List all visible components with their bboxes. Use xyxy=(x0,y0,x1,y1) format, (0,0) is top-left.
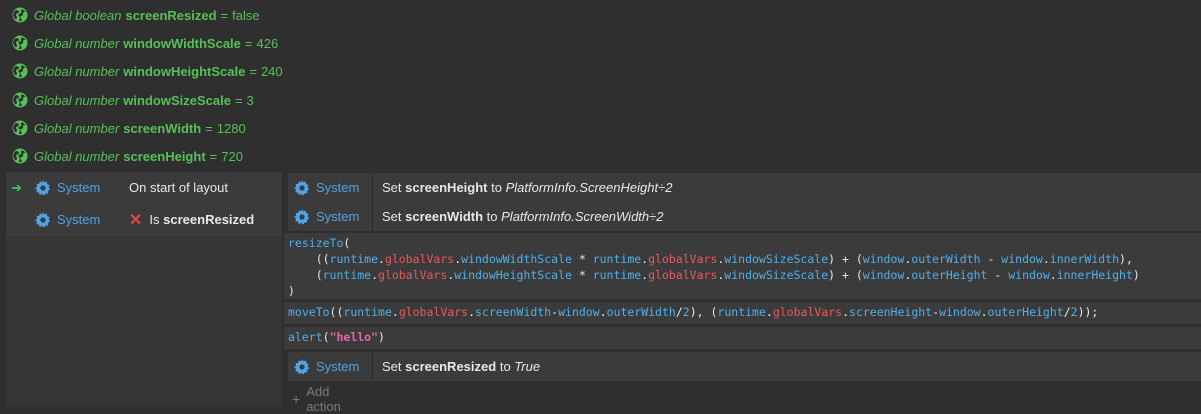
variable-value: 240 xyxy=(260,63,283,79)
action-object[interactable]: System xyxy=(294,208,360,225)
action-row[interactable]: System Set screenResized to True xyxy=(288,352,1201,381)
variable-name: screenWidth xyxy=(123,120,202,136)
variable-type: Global number xyxy=(34,35,120,51)
globe-icon xyxy=(12,63,28,79)
globe-icon xyxy=(12,92,28,108)
object-label: System xyxy=(316,180,360,195)
condition-text: ✕ Is screenResized xyxy=(129,210,254,230)
action-object[interactable]: System xyxy=(294,358,360,375)
variable-type: Global number xyxy=(34,120,120,136)
variable-name: screenHeight xyxy=(123,148,206,164)
variable-name: windowHeightScale xyxy=(123,63,246,79)
global-variable-row[interactable]: Global number screenHeight = 720 xyxy=(0,142,1201,170)
object-label: System xyxy=(316,359,360,374)
globe-icon xyxy=(12,120,28,136)
global-variable-row[interactable]: Global number windowWidthScale = 426 xyxy=(0,29,1201,57)
object-label: System xyxy=(57,180,101,195)
condition-row[interactable]: ➔ System On start of layout xyxy=(6,172,282,203)
equals-sign: = xyxy=(244,35,253,51)
action-text: Set screenWidth to PlatformInfo.ScreenWi… xyxy=(382,209,664,224)
variable-name: screenResized xyxy=(125,7,217,23)
variable-name: windowWidthScale xyxy=(123,35,241,51)
script-block-alert[interactable]: alert("hello") xyxy=(284,327,1201,349)
action-row[interactable]: System Set screenHeight to PlatformInfo.… xyxy=(288,173,1201,202)
condition-row[interactable]: System ✕ Is screenResized xyxy=(6,204,282,235)
invert-x-icon: ✕ xyxy=(129,211,143,229)
add-action-label: Add action xyxy=(306,384,341,414)
object-label: System xyxy=(57,212,101,227)
condition-prefix: Is xyxy=(149,212,160,227)
object-label: System xyxy=(316,209,360,224)
action-text: Set screenHeight to PlatformInfo.ScreenH… xyxy=(382,180,673,195)
add-action-button[interactable]: + Add action xyxy=(292,384,341,414)
variable-value: 3 xyxy=(246,92,254,108)
global-variable-row[interactable]: Global number windowHeightScale = 240 xyxy=(0,57,1201,85)
globe-icon xyxy=(12,7,28,23)
equals-sign: = xyxy=(209,148,218,164)
conditions-column[interactable]: ➔ System On start of layout System ✕ Is … xyxy=(6,172,282,407)
variable-value: false xyxy=(232,7,260,23)
system-gear-icon xyxy=(294,358,310,375)
divider xyxy=(372,173,373,202)
script-block-move[interactable]: moveTo((runtime.globalVars.screenWidth-w… xyxy=(284,302,1201,324)
variable-value: 720 xyxy=(221,148,243,164)
divider xyxy=(372,352,373,381)
system-gear-icon xyxy=(294,179,310,196)
condition-variable: screenResized xyxy=(163,212,255,227)
variable-value: 426 xyxy=(256,35,279,51)
globe-icon xyxy=(12,35,28,51)
variable-value: 1280 xyxy=(216,120,246,136)
action-object[interactable]: System xyxy=(294,179,360,196)
action-row[interactable]: System Set screenWidth to PlatformInfo.S… xyxy=(288,202,1201,231)
system-gear-icon xyxy=(35,211,51,228)
action-text: Set screenResized to True xyxy=(382,359,541,374)
equals-sign: = xyxy=(249,63,257,79)
system-gear-icon xyxy=(35,179,51,196)
variable-name: windowSizeScale xyxy=(123,92,231,108)
equals-sign: = xyxy=(205,120,213,136)
condition-text: On start of layout xyxy=(129,180,228,195)
script-block-resize[interactable]: resizeTo( ((runtime.globalVars.windowWid… xyxy=(284,233,1201,299)
divider xyxy=(372,202,373,231)
global-variable-row[interactable]: Global number screenWidth = 1280 xyxy=(0,114,1201,142)
equals-sign: = xyxy=(220,7,229,23)
variable-type: Global number xyxy=(34,92,120,108)
condition-object[interactable]: System xyxy=(35,211,101,228)
global-variable-row[interactable]: Global boolean screenResized = false xyxy=(0,1,1201,29)
variable-type: Global number xyxy=(34,148,120,164)
variable-type: Global boolean xyxy=(34,7,122,23)
trigger-arrow-icon: ➔ xyxy=(11,179,22,195)
system-gear-icon xyxy=(294,208,310,225)
equals-sign: = xyxy=(234,92,243,108)
variable-type: Global number xyxy=(34,63,120,79)
plus-icon: + xyxy=(292,391,301,407)
global-variable-row[interactable]: Global number windowSizeScale = 3 xyxy=(0,86,1201,114)
globe-icon xyxy=(12,148,28,164)
condition-object[interactable]: System xyxy=(35,179,101,196)
